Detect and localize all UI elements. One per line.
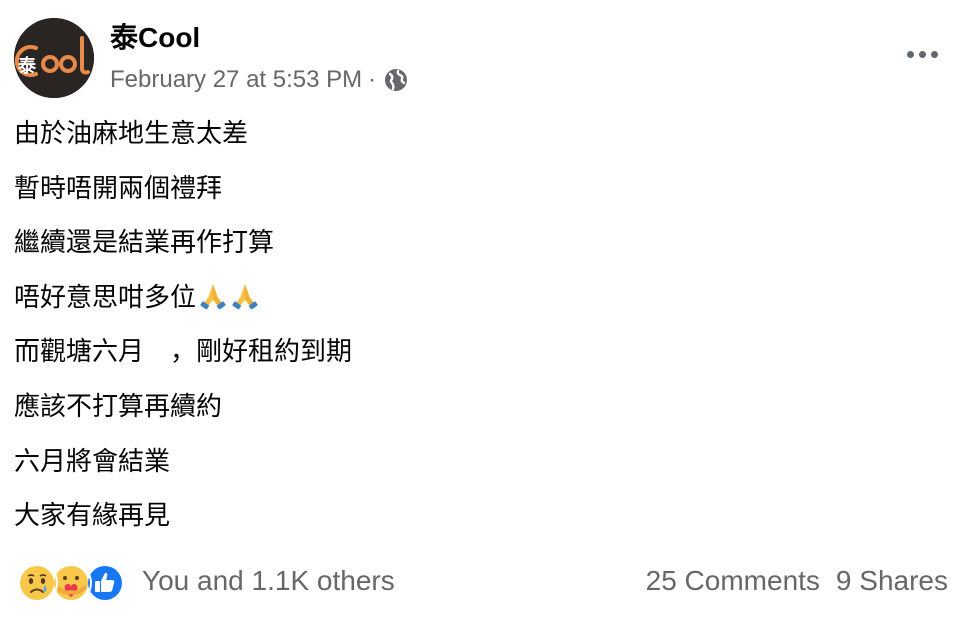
folded-hands-emoji bbox=[200, 283, 226, 310]
post-line: 繼續還是結業再作打算 bbox=[14, 223, 914, 278]
post-line: 應該不打算再續約 bbox=[14, 387, 914, 442]
sad-reaction-icon bbox=[16, 562, 58, 604]
post-line-text: 而觀塘六月 ，剛好租約到期 bbox=[14, 337, 353, 368]
post-footer: You and 1.1K others 25 Comments 9 Shares bbox=[16, 560, 948, 604]
more-dot bbox=[930, 50, 938, 58]
post-line-text: 繼續還是結業再作打算 bbox=[14, 228, 275, 259]
post-line: 而觀塘六月 ，剛好租約到期 bbox=[14, 332, 914, 387]
post-line-text: 大家有緣再見 bbox=[14, 501, 171, 532]
reaction-count[interactable]: You and 1.1K others bbox=[142, 563, 395, 599]
post-line: 大家有緣再見 bbox=[14, 496, 914, 551]
more-options-icon[interactable] bbox=[900, 40, 944, 68]
post-body: 由於油麻地生意太差 暫時唔開兩個禮拜 繼續還是結業再作打算 唔好意思咁多位 而觀… bbox=[14, 114, 914, 551]
more-dot bbox=[918, 50, 926, 58]
svg-text:泰: 泰 bbox=[17, 55, 37, 77]
post-timestamp[interactable]: February 27 at 5:53 PM bbox=[110, 64, 362, 96]
page-avatar[interactable]: 泰 bbox=[14, 18, 94, 98]
reaction-icons[interactable] bbox=[16, 562, 126, 604]
page-name[interactable]: 泰Cool bbox=[110, 20, 200, 56]
post-line: 暫時唔開兩個禮拜 bbox=[14, 169, 914, 224]
engagement-stats: 25 Comments 9 Shares bbox=[646, 563, 948, 599]
shares-count[interactable]: 9 Shares bbox=[836, 563, 948, 599]
post-header: 泰 泰Cool February 27 at 5:53 PM · bbox=[14, 18, 946, 98]
post-line-text: 應該不打算再續約 bbox=[14, 391, 223, 422]
post-meta: February 27 at 5:53 PM · bbox=[110, 64, 408, 96]
meta-separator: · bbox=[368, 66, 377, 93]
post-line-text: 唔好意思咁多位 bbox=[14, 282, 197, 313]
post-line: 唔好意思咁多位 bbox=[14, 278, 914, 333]
post-line-text: 暫時唔開兩個禮拜 bbox=[14, 173, 223, 204]
post-line: 由於油麻地生意太差 bbox=[14, 114, 914, 169]
more-dot bbox=[906, 50, 914, 58]
globe-icon[interactable] bbox=[384, 68, 408, 92]
avatar-logo: 泰 bbox=[14, 18, 94, 98]
post-line-text: 六月將會結業 bbox=[14, 446, 171, 477]
folded-hands-emoji bbox=[232, 283, 258, 310]
post-line-text: 由於油麻地生意太差 bbox=[14, 119, 249, 149]
post-line: 六月將會結業 bbox=[14, 442, 914, 497]
comments-count[interactable]: 25 Comments bbox=[646, 563, 820, 599]
